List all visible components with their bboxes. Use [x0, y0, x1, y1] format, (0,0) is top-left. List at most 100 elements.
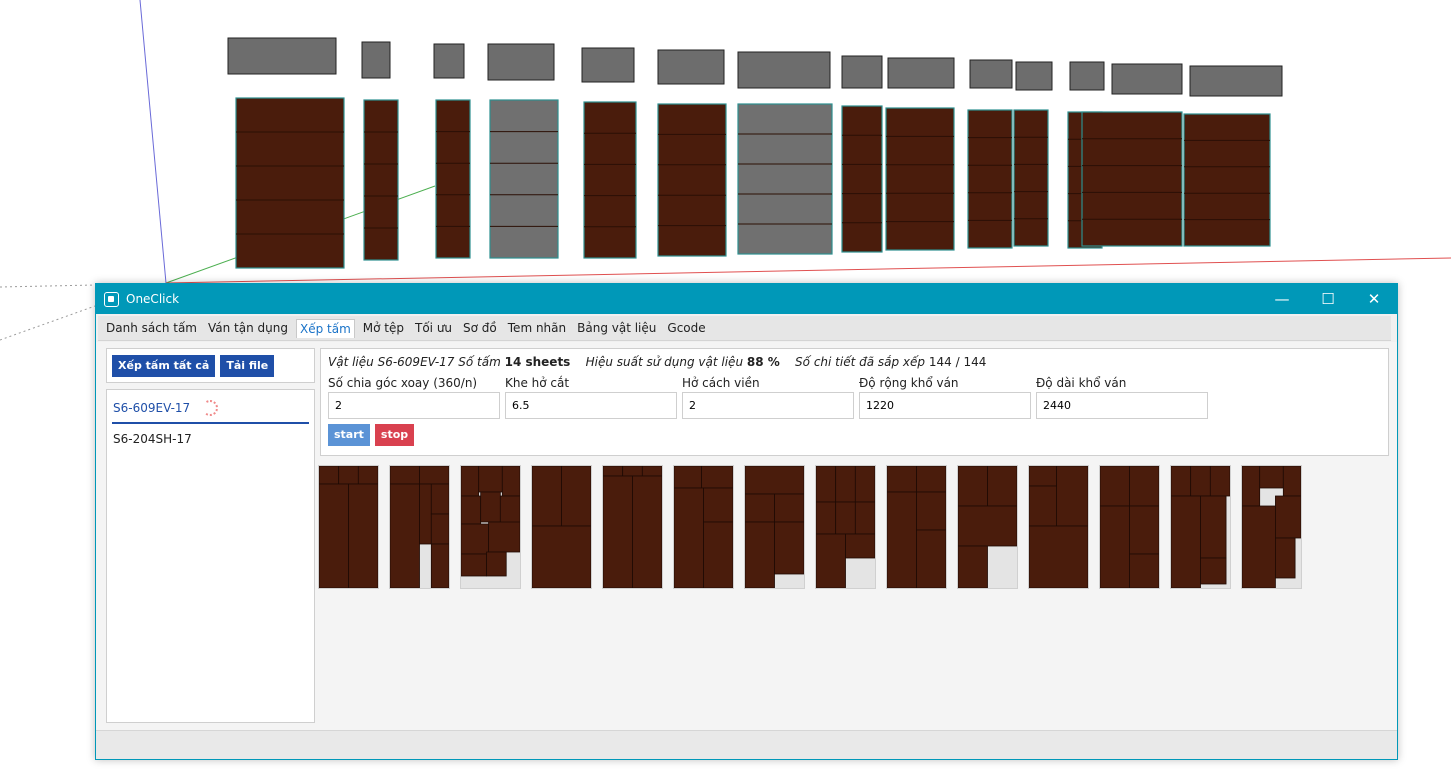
cabinet-body	[1183, 113, 1271, 247]
cut-part	[460, 465, 480, 497]
sheet-preview[interactable]	[957, 465, 1018, 589]
maximize-icon[interactable]: ☐	[1305, 284, 1351, 314]
menu-item-tem-nhan[interactable]: Tem nhãn	[505, 319, 569, 337]
left-button-bar: Xếp tấm tất cả Tải file	[106, 348, 315, 383]
wall-cabinet	[361, 41, 391, 79]
cut-part	[430, 543, 450, 589]
oneclick-window[interactable]: OneClick — ☐ ✕ Danh sách tấm Ván tận dụn…	[95, 283, 1398, 760]
cut-part	[854, 465, 876, 503]
sheet-preview[interactable]	[815, 465, 876, 589]
sheet-layout-drawing	[531, 465, 592, 589]
summary-line: Vật liệu S6-609EV-17 Số tấm 14 sheets Hi…	[328, 355, 1381, 371]
settings-panel: Vật liệu S6-609EV-17 Số tấm 14 sheets Hi…	[320, 348, 1389, 456]
material-value: S6-609EV-17	[377, 355, 455, 369]
material-name: S6-204SH-17	[113, 432, 192, 446]
field-rotation-divisions: Số chia góc xoay (360/n)	[328, 376, 500, 419]
material-label: Vật liệu	[328, 355, 374, 369]
menu-item-so-do[interactable]: Sơ đồ	[460, 319, 500, 337]
cut-part	[478, 465, 503, 493]
sheet-preview[interactable]	[531, 465, 592, 589]
sheet-layout-drawing	[673, 465, 734, 589]
menu-item-van-tan-dung[interactable]: Ván tận dụng	[205, 319, 291, 337]
cut-part	[480, 491, 501, 523]
sheet-preview[interactable]	[1028, 465, 1089, 589]
start-button[interactable]: start	[328, 424, 370, 446]
cut-part	[916, 529, 947, 589]
field-board-width: Độ rộng khổ ván	[859, 376, 1031, 419]
cut-part	[389, 465, 420, 485]
cut-part	[641, 465, 663, 477]
cut-part	[1170, 495, 1201, 589]
material-item[interactable]: S6-204SH-17	[112, 424, 309, 454]
cut-part	[1200, 495, 1227, 559]
blue-axis-line	[139, 0, 167, 284]
wall-cabinet	[1189, 65, 1283, 97]
menu-item-bang-vat-lieu[interactable]: Bảng vật liệu	[574, 319, 659, 337]
edge-margin-input[interactable]	[682, 392, 854, 419]
cut-part	[701, 465, 734, 489]
wall-cabinet	[227, 37, 337, 75]
wall-cabinet	[969, 59, 1013, 89]
sheet-preview[interactable]	[886, 465, 947, 589]
board-length-input[interactable]	[1036, 392, 1208, 419]
dotted-guide-line	[0, 284, 96, 288]
cut-part	[673, 487, 704, 589]
board-width-input[interactable]	[859, 392, 1031, 419]
cut-part	[1241, 505, 1276, 589]
wall-cabinet	[487, 43, 555, 81]
title-bar[interactable]: OneClick — ☐ ✕	[96, 284, 1397, 314]
sheet-layout-drawing	[815, 465, 876, 589]
sheet-preview[interactable]	[602, 465, 663, 589]
cabinet-body	[885, 107, 955, 251]
cut-gap-input[interactable]	[505, 392, 677, 419]
cut-part	[703, 487, 734, 523]
sheet-preview[interactable]	[1099, 465, 1160, 589]
cut-part	[1129, 505, 1160, 555]
wall-cabinet	[433, 43, 465, 79]
cut-part	[886, 491, 917, 589]
cut-part	[1028, 525, 1089, 589]
sheet-layout-drawing	[389, 465, 450, 589]
sheet-preview[interactable]	[744, 465, 805, 589]
minimize-icon[interactable]: —	[1259, 284, 1305, 314]
cut-part	[744, 465, 805, 495]
rotation-divisions-input[interactable]	[328, 392, 500, 419]
sheet-preview[interactable]	[1170, 465, 1231, 589]
cut-part	[318, 483, 349, 589]
cut-part	[460, 495, 482, 525]
cut-part	[835, 501, 856, 535]
cut-part	[1129, 553, 1160, 589]
sheet-preview[interactable]	[673, 465, 734, 589]
action-buttons: start stop	[328, 424, 1381, 446]
menu-item-xep-tam[interactable]: Xếp tấm	[295, 318, 355, 338]
arrange-all-button[interactable]: Xếp tấm tất cả	[112, 355, 216, 377]
cut-part	[987, 465, 1018, 507]
sheet-preview[interactable]	[1241, 465, 1302, 589]
cabinet-body	[435, 99, 471, 259]
cut-part	[419, 465, 450, 485]
field-edge-margin: Hở cách viền	[682, 376, 854, 419]
cut-part	[430, 483, 450, 515]
cut-part	[957, 465, 988, 507]
sheet-preview[interactable]	[460, 465, 521, 589]
sheet-count-label: Số tấm	[458, 355, 501, 369]
material-item[interactable]: S6-609EV-17	[112, 394, 309, 424]
menu-item-gcode[interactable]: Gcode	[664, 319, 708, 337]
menu-item-toi-uu[interactable]: Tối ưu	[412, 319, 455, 337]
cut-part	[1282, 465, 1302, 497]
stop-button[interactable]: stop	[374, 424, 415, 446]
sheet-preview[interactable]	[318, 465, 379, 589]
load-file-button[interactable]: Tải file	[220, 355, 275, 377]
cut-part	[430, 513, 450, 545]
cut-part	[673, 465, 702, 489]
cut-part	[1099, 505, 1130, 589]
wall-cabinet	[657, 49, 725, 85]
cut-part	[815, 533, 846, 589]
cut-part	[602, 465, 624, 477]
close-icon[interactable]: ✕	[1351, 284, 1397, 314]
cut-part	[531, 465, 562, 527]
menu-item-danh-sach-tam[interactable]: Danh sách tấm	[103, 319, 200, 337]
sheet-preview[interactable]	[389, 465, 450, 589]
menu-item-mo-tep[interactable]: Mở tệp	[360, 319, 407, 337]
sheet-layout-drawing	[1241, 465, 1302, 589]
